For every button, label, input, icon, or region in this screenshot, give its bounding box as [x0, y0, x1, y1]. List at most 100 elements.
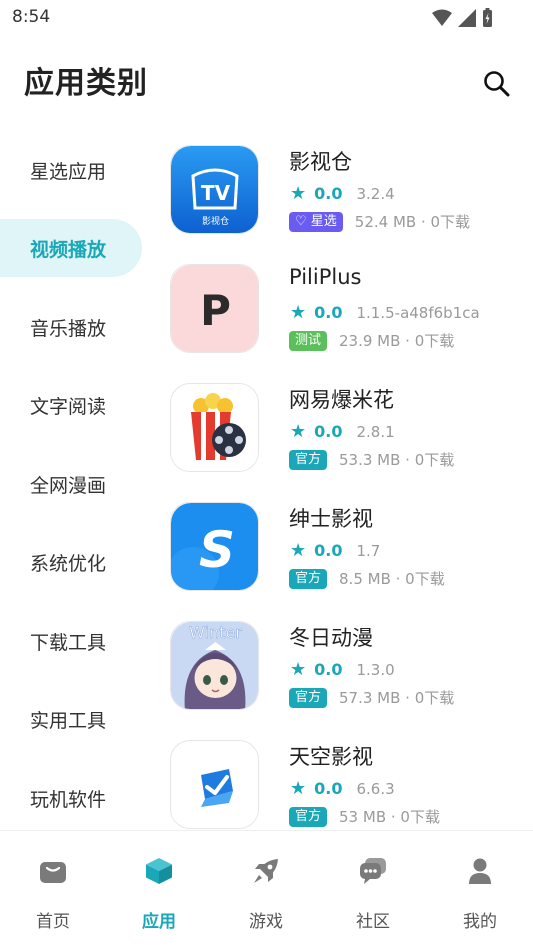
category-item[interactable]: 音乐播放 — [0, 298, 142, 356]
app-row[interactable]: S 绅士影视 ★ 0.0 1.7 官方 8.5 MB · 0下载 — [170, 497, 520, 597]
app-meta: ★ 0.0 2.8.1 — [290, 421, 395, 442]
app-size-downloads: 57.3 MB · 0下载 — [339, 689, 455, 707]
app-meta: ★ 0.0 1.1.5-a48f6b1ca — [290, 302, 480, 323]
app-meta: ★ 0.0 1.3.0 — [290, 659, 395, 680]
wifi-icon — [432, 9, 452, 26]
app-version: 6.6.3 — [356, 779, 395, 798]
app-size-downloads: 8.5 MB · 0下载 — [339, 570, 445, 588]
star-icon: ★ — [290, 659, 307, 680]
app-icon — [170, 383, 259, 472]
status-icons — [432, 8, 493, 28]
app-row[interactable]: 网易爆米花 ★ 0.0 2.8.1 官方 53.3 MB · 0下载 — [170, 378, 520, 478]
app-name: 网易爆米花 — [289, 388, 394, 412]
piliplus-app-icon: P — [171, 265, 258, 352]
tv-icon-text: TV — [201, 181, 231, 205]
cube-icon — [146, 858, 172, 884]
popcorn-app-icon — [171, 384, 258, 471]
app-meta: ★ 0.0 1.7 — [290, 540, 380, 561]
status-time: 8:54 — [12, 7, 51, 27]
app-version: 1.7 — [356, 541, 381, 560]
signal-icon — [458, 9, 476, 27]
winter-icon-text: Winter — [189, 623, 242, 642]
app-version: 3.2.4 — [356, 184, 395, 203]
category-item[interactable]: 系统优化 — [0, 533, 142, 591]
user-icon — [469, 858, 491, 884]
status-bar: 8:54 — [0, 0, 533, 36]
app-size-downloads: 23.9 MB · 0下载 — [339, 332, 455, 350]
app-row[interactable]: 天空影视 ★ 0.0 6.6.3 官方 53 MB · 0下载 — [170, 735, 520, 830]
app-icon: Winter — [170, 621, 259, 710]
bag-icon — [40, 862, 66, 883]
nav-label: 游戏 — [249, 912, 283, 932]
piliplus-icon-text: P — [200, 286, 231, 335]
category-item[interactable]: 星选应用 — [0, 141, 142, 199]
nav-item-home[interactable]: 首页 — [0, 831, 106, 948]
app-rating: 0.0 — [314, 779, 343, 798]
star-icon: ★ — [290, 778, 307, 799]
app-row[interactable]: TV 影视仓 影视仓 ★ 0.0 3.2.4 ♡ 星选 52.4 MB · 0下… — [170, 140, 520, 240]
featured-badge: ♡ 星选 — [289, 211, 343, 232]
official-badge: 官方 — [289, 449, 328, 470]
tv-app-icon: TV 影视仓 — [171, 146, 258, 233]
nav-item-me[interactable]: 我的 — [427, 831, 533, 948]
app-icon: S — [170, 502, 259, 591]
category-item[interactable]: 玩机软件 — [0, 769, 142, 827]
app-version: 1.3.0 — [356, 660, 395, 679]
app-sub: 测试 23.9 MB · 0下载 — [289, 330, 454, 351]
official-badge: 官方 — [289, 806, 328, 827]
app-sub: 官方 53 MB · 0下载 — [289, 806, 440, 827]
app-icon: P — [170, 264, 259, 353]
tv-icon-subtext: 影视仓 — [202, 215, 229, 227]
header: 应用类别 — [24, 60, 513, 108]
nav-item-apps[interactable]: 应用 — [106, 831, 212, 948]
app-rating: 0.0 — [314, 422, 343, 441]
app-meta: ★ 0.0 3.2.4 — [290, 183, 395, 204]
search-button[interactable] — [481, 68, 513, 100]
app-name: 冬日动漫 — [289, 626, 373, 650]
app-sub: 官方 8.5 MB · 0下载 — [289, 568, 445, 589]
category-item[interactable]: 全网漫画 — [0, 455, 142, 513]
search-icon — [484, 71, 510, 97]
category-sidebar: 星选应用 视频播放 音乐播放 文字阅读 全网漫画 系统优化 下载工具 实用工具 … — [0, 130, 150, 830]
category-item[interactable]: 下载工具 — [0, 612, 142, 670]
app-name: 天空影视 — [289, 745, 373, 769]
app-rating: 0.0 — [314, 184, 343, 203]
app-meta: ★ 0.0 6.6.3 — [290, 778, 395, 799]
app-icon — [170, 740, 259, 829]
category-item[interactable]: 文字阅读 — [0, 376, 142, 434]
nav-label: 我的 — [463, 912, 497, 932]
app-rating: 0.0 — [314, 541, 343, 560]
official-badge: 官方 — [289, 687, 328, 708]
app-row[interactable]: Winter 冬日动漫 ★ 0.0 1.3.0 官方 57.3 MB · 0下载 — [170, 616, 520, 716]
star-icon: ★ — [290, 302, 307, 323]
app-name: 影视仓 — [289, 150, 352, 174]
nav-label: 社区 — [356, 912, 390, 932]
app-sub: 官方 53.3 MB · 0下载 — [289, 449, 454, 470]
app-size-downloads: 53.3 MB · 0下载 — [339, 451, 455, 469]
test-badge: 测试 — [289, 330, 328, 351]
app-list: TV 影视仓 影视仓 ★ 0.0 3.2.4 ♡ 星选 52.4 MB · 0下… — [170, 140, 520, 830]
nav-item-community[interactable]: 社区 — [320, 831, 426, 948]
category-item[interactable]: 实用工具 — [0, 690, 142, 748]
app-rating: 0.0 — [314, 660, 343, 679]
app-icon: TV 影视仓 — [170, 145, 259, 234]
app-row[interactable]: P PiliPlus ★ 0.0 1.1.5-a48f6b1ca 测试 23.9… — [170, 259, 520, 359]
s-app-icon: S — [171, 503, 258, 590]
battery-icon — [483, 8, 492, 27]
star-icon: ★ — [290, 540, 307, 561]
page-title: 应用类别 — [24, 66, 148, 101]
rocket-icon — [254, 859, 278, 883]
star-icon: ★ — [290, 183, 307, 204]
star-icon: ★ — [290, 421, 307, 442]
nav-label: 首页 — [36, 912, 70, 932]
nav-label: 应用 — [142, 912, 176, 932]
nav-item-games[interactable]: 游戏 — [213, 831, 319, 948]
app-name: PiliPlus — [289, 265, 362, 289]
app-name: 绅士影视 — [289, 507, 373, 531]
category-item-active[interactable]: 视频播放 — [0, 219, 142, 277]
official-badge: 官方 — [289, 568, 328, 589]
app-sub: ♡ 星选 52.4 MB · 0下载 — [289, 211, 470, 232]
app-version: 1.1.5-a48f6b1ca — [356, 303, 480, 322]
app-rating: 0.0 — [314, 303, 343, 322]
s-icon-text: S — [199, 521, 235, 579]
